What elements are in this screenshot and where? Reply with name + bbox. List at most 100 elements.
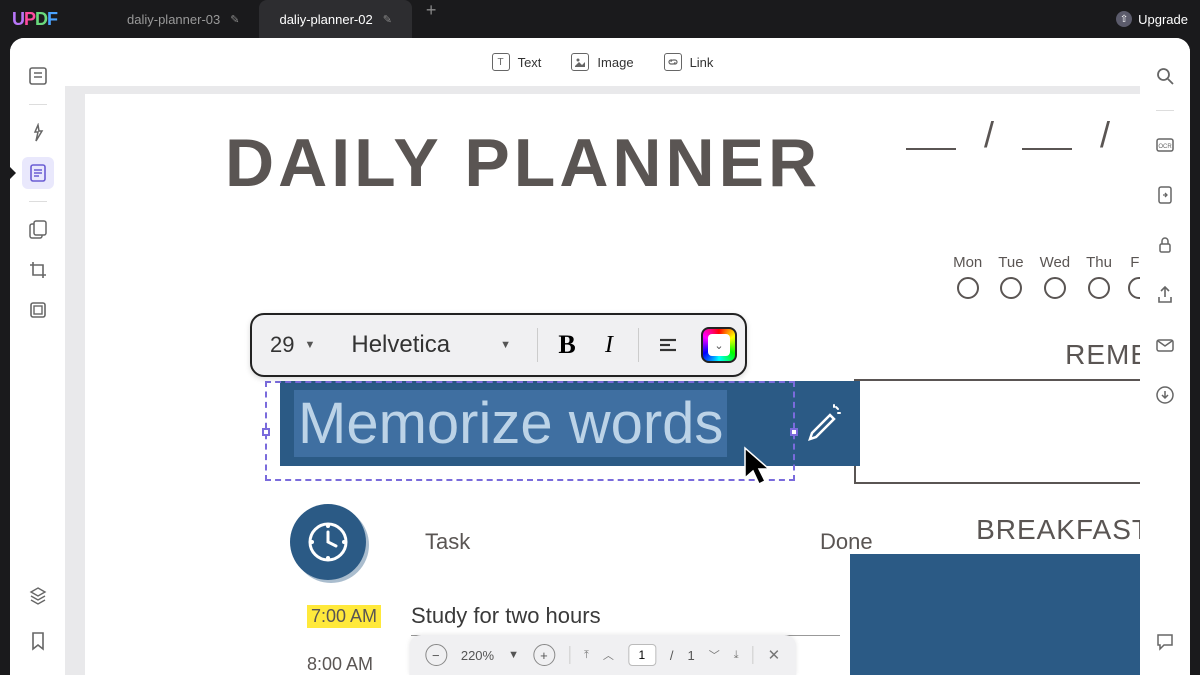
save-button[interactable] <box>1149 379 1181 411</box>
task-row: 7:00 AM Study for two hours <box>307 592 882 640</box>
bookmark-button[interactable] <box>22 625 54 657</box>
chat-button[interactable] <box>1149 625 1181 657</box>
tab-document-2[interactable]: daliy-planner-02 ✎ <box>259 0 411 38</box>
page-tool[interactable] <box>22 294 54 326</box>
weekday-thu[interactable]: Thu <box>1086 254 1112 299</box>
document-canvas[interactable]: DAILY PLANNER // Mon Tue Wed Thu Fri REM… <box>65 86 1140 675</box>
tab-label: daliy-planner-02 <box>279 12 372 27</box>
done-column-header: Done <box>820 529 873 555</box>
text-label: Text <box>518 55 542 70</box>
zoom-in-button[interactable]: + <box>533 644 555 666</box>
weekday-selector: Mon Tue Wed Thu Fri <box>953 254 1140 299</box>
font-family-value: Helvetica <box>351 331 450 359</box>
layers-button[interactable] <box>22 579 54 611</box>
resize-handle-right[interactable] <box>790 428 798 436</box>
organize-tool[interactable] <box>22 214 54 246</box>
font-size-select[interactable]: 29 ▼ <box>270 332 333 358</box>
app-frame: T Text Image Link DAILY PLANNER // Mon <box>10 38 1190 675</box>
task-time: 7:00 AM <box>307 605 381 628</box>
app-logo: UPDF <box>12 9 57 30</box>
page-input[interactable] <box>628 644 656 666</box>
pencil-icon[interactable]: ✎ <box>230 13 239 26</box>
reader-tool[interactable] <box>22 60 54 92</box>
email-button[interactable] <box>1149 329 1181 361</box>
task-text[interactable]: Study for two hours <box>411 597 840 636</box>
radio-icon <box>1088 277 1110 299</box>
text-icon: T <box>492 53 510 71</box>
upgrade-icon: ⇧ <box>1116 11 1132 27</box>
zoom-out-button[interactable]: − <box>425 644 447 666</box>
link-icon <box>664 53 682 71</box>
bold-button[interactable]: B <box>546 324 588 366</box>
add-image-button[interactable]: Image <box>571 53 633 71</box>
convert-button[interactable] <box>1149 179 1181 211</box>
remember-heading: REME <box>1065 339 1140 371</box>
next-page-button[interactable]: ﹀ <box>709 647 720 663</box>
chevron-down-icon[interactable]: ▼ <box>508 649 519 661</box>
close-zoom-bar[interactable]: ✕ <box>768 646 781 664</box>
title-bar: UPDF daliy-planner-03 ✎ daliy-planner-02… <box>0 0 1200 38</box>
prev-page-button[interactable]: ︿ <box>603 647 614 663</box>
weekday-wed[interactable]: Wed <box>1040 254 1071 299</box>
cursor-icon <box>741 444 777 488</box>
svg-text:OCR: OCR <box>1158 144 1172 150</box>
done-checkbox[interactable] <box>860 653 882 675</box>
upgrade-button[interactable]: ⇧ Upgrade <box>1116 11 1188 27</box>
new-tab-button[interactable]: + <box>412 0 451 38</box>
breakfast-heading: BREAKFAST <box>976 514 1140 546</box>
share-button[interactable] <box>1149 279 1181 311</box>
first-page-button[interactable]: ⤒ <box>584 649 589 662</box>
upgrade-label: Upgrade <box>1138 12 1188 27</box>
align-button[interactable] <box>647 324 689 366</box>
ocr-button[interactable]: OCR <box>1149 129 1181 161</box>
edit-tool[interactable] <box>22 157 54 189</box>
radio-icon <box>1000 277 1022 299</box>
task-column-header: Task <box>425 529 470 555</box>
add-link-button[interactable]: Link <box>664 53 714 71</box>
tab-strip: daliy-planner-03 ✎ daliy-planner-02 ✎ + <box>107 0 450 38</box>
radio-icon <box>957 277 979 299</box>
ai-pencil-icon[interactable] <box>800 399 846 445</box>
right-tool-rail: OCR <box>1140 38 1190 675</box>
add-text-button[interactable]: T Text <box>492 53 542 71</box>
search-button[interactable] <box>1149 60 1181 92</box>
protect-button[interactable] <box>1149 229 1181 261</box>
pencil-icon[interactable]: ✎ <box>383 13 392 26</box>
link-label: Link <box>690 55 714 70</box>
chevron-down-icon: ⌄ <box>714 339 723 352</box>
breakfast-box <box>850 554 1140 675</box>
comment-tool[interactable] <box>22 117 54 149</box>
chevron-down-icon: ▼ <box>500 339 511 351</box>
resize-handle-left[interactable] <box>262 428 270 436</box>
page-total: 1 <box>687 648 694 663</box>
date-field: // <box>906 114 1110 156</box>
image-icon <box>571 53 589 71</box>
weekday-fri[interactable]: Fri <box>1128 254 1140 299</box>
italic-button[interactable]: I <box>588 324 630 366</box>
content-area: T Text Image Link DAILY PLANNER // Mon <box>65 38 1140 675</box>
radio-icon <box>1044 277 1066 299</box>
weekday-tue[interactable]: Tue <box>998 254 1023 299</box>
crop-tool[interactable] <box>22 254 54 286</box>
last-page-button[interactable]: ⤓ <box>734 649 739 662</box>
font-family-select[interactable]: Helvetica ▼ <box>333 331 529 359</box>
tab-label: daliy-planner-03 <box>127 12 220 27</box>
remember-box <box>854 379 1140 484</box>
done-checkbox[interactable] <box>860 605 882 627</box>
task-time: 8:00 AM <box>307 654 417 675</box>
image-label: Image <box>597 55 633 70</box>
clock-icon <box>290 504 366 580</box>
edit-toolbar: T Text Image Link <box>65 38 1140 86</box>
tab-document-1[interactable]: daliy-planner-03 ✎ <box>107 0 259 38</box>
text-color-button[interactable]: ⌄ <box>701 327 737 363</box>
zoom-value[interactable]: 220% <box>461 648 494 663</box>
selection-outline[interactable] <box>265 381 795 481</box>
left-tool-rail <box>10 38 65 675</box>
font-size-value: 29 <box>270 332 294 358</box>
page-separator: / <box>670 648 674 663</box>
weekday-mon[interactable]: Mon <box>953 254 982 299</box>
chevron-down-icon: ▼ <box>304 339 315 351</box>
task-header <box>290 504 880 580</box>
radio-icon <box>1128 277 1140 299</box>
zoom-bar: − 220% ▼ + ⤒ ︿ / 1 ﹀ ⤓ ✕ <box>409 635 796 675</box>
